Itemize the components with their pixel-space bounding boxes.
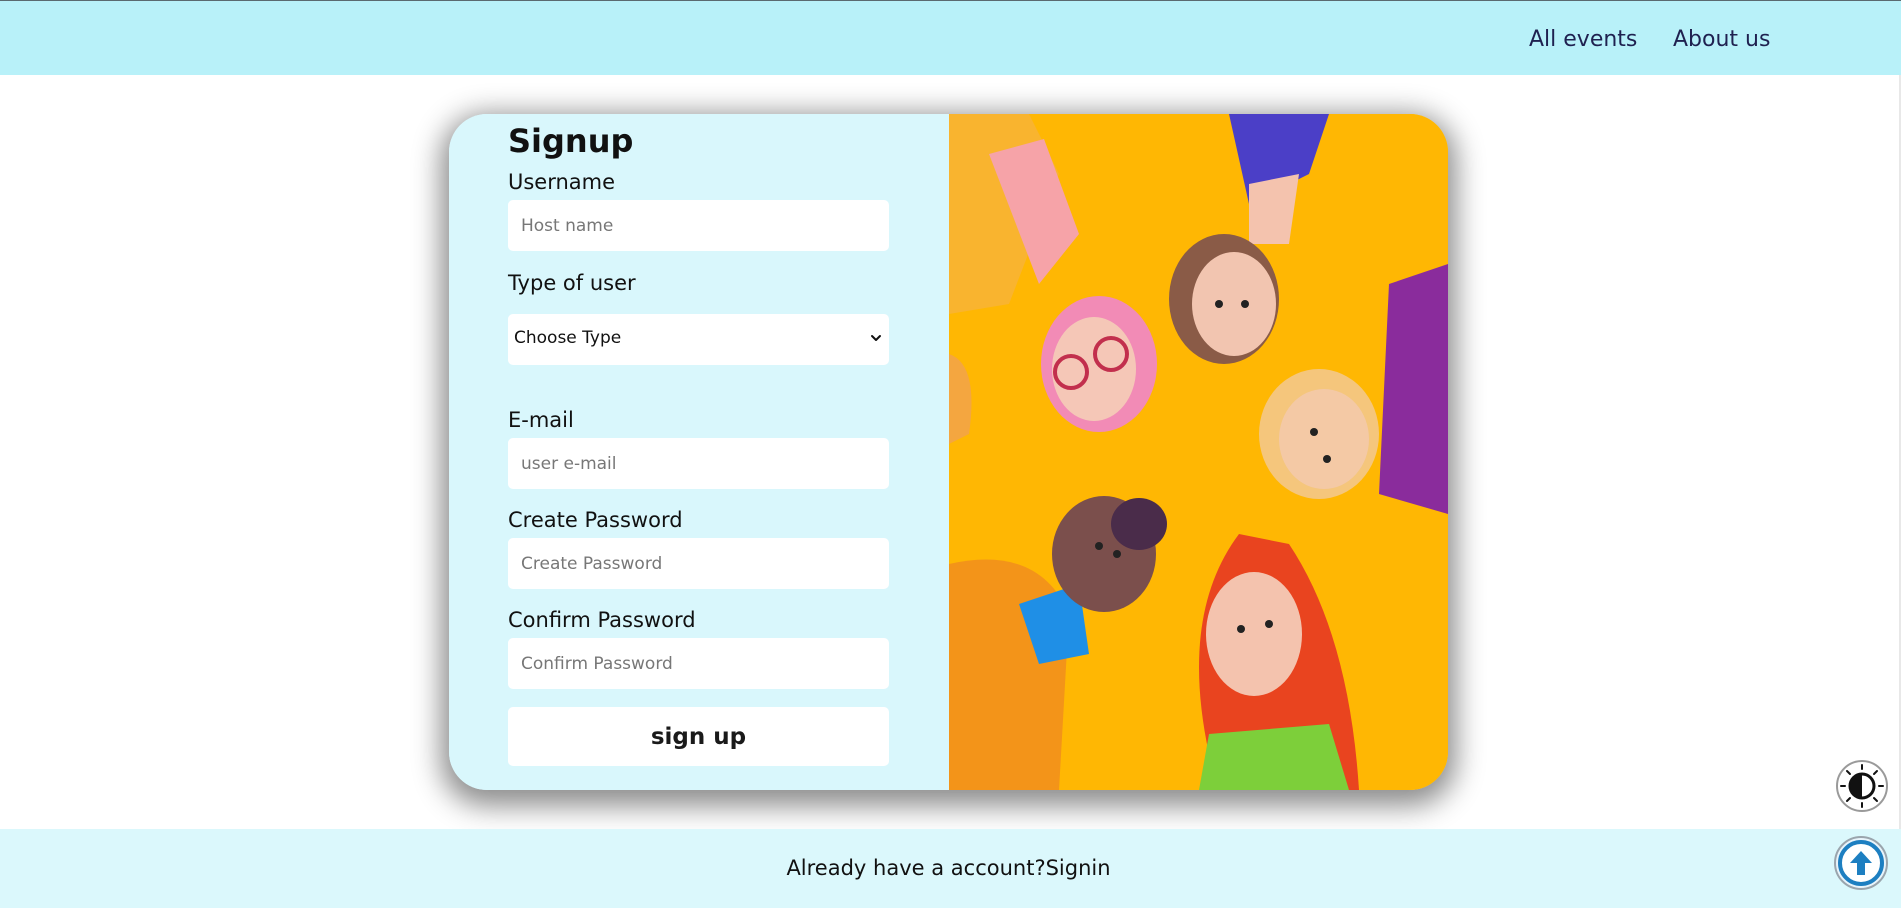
- nav-link-all-events[interactable]: All events: [1529, 27, 1637, 52]
- signin-prompt-text: Already have a account?: [786, 856, 1046, 880]
- footer: Already have a account?Signin: [0, 829, 1901, 908]
- signin-prompt: Already have a account?Signin: [0, 856, 1897, 880]
- contrast-icon: [1836, 760, 1888, 812]
- username-label: Username: [508, 170, 616, 194]
- email-label: E-mail: [508, 408, 574, 432]
- user-type-select[interactable]: Choose Type: [508, 314, 889, 365]
- people-illustration: [949, 114, 1448, 790]
- signup-card: Signup Username Type of user Choose Type…: [449, 114, 1448, 790]
- scroll-to-top-button[interactable]: [1833, 835, 1889, 891]
- people-circle-illustration-icon: [949, 114, 1448, 790]
- chevron-down-icon: [871, 335, 881, 341]
- arrow-up-circle-icon: [1834, 836, 1888, 890]
- nav-link-about-us[interactable]: About us: [1673, 27, 1770, 52]
- sign-up-button[interactable]: sign up: [508, 707, 889, 766]
- confirm-password-label: Confirm Password: [508, 608, 696, 632]
- contrast-toggle-button[interactable]: [1835, 759, 1889, 813]
- user-type-label: Type of user: [508, 271, 636, 295]
- email-input[interactable]: [508, 438, 889, 489]
- create-password-label: Create Password: [508, 508, 683, 532]
- create-password-input[interactable]: [508, 538, 889, 589]
- username-input[interactable]: [508, 200, 889, 251]
- signup-form: Signup Username Type of user Choose Type…: [449, 114, 949, 790]
- confirm-password-input[interactable]: [508, 638, 889, 689]
- top-nav-bar: All events About us: [0, 0, 1901, 75]
- page-title: Signup: [508, 122, 634, 160]
- user-type-selected-value: Choose Type: [514, 328, 622, 348]
- signin-link[interactable]: Signin: [1046, 856, 1111, 880]
